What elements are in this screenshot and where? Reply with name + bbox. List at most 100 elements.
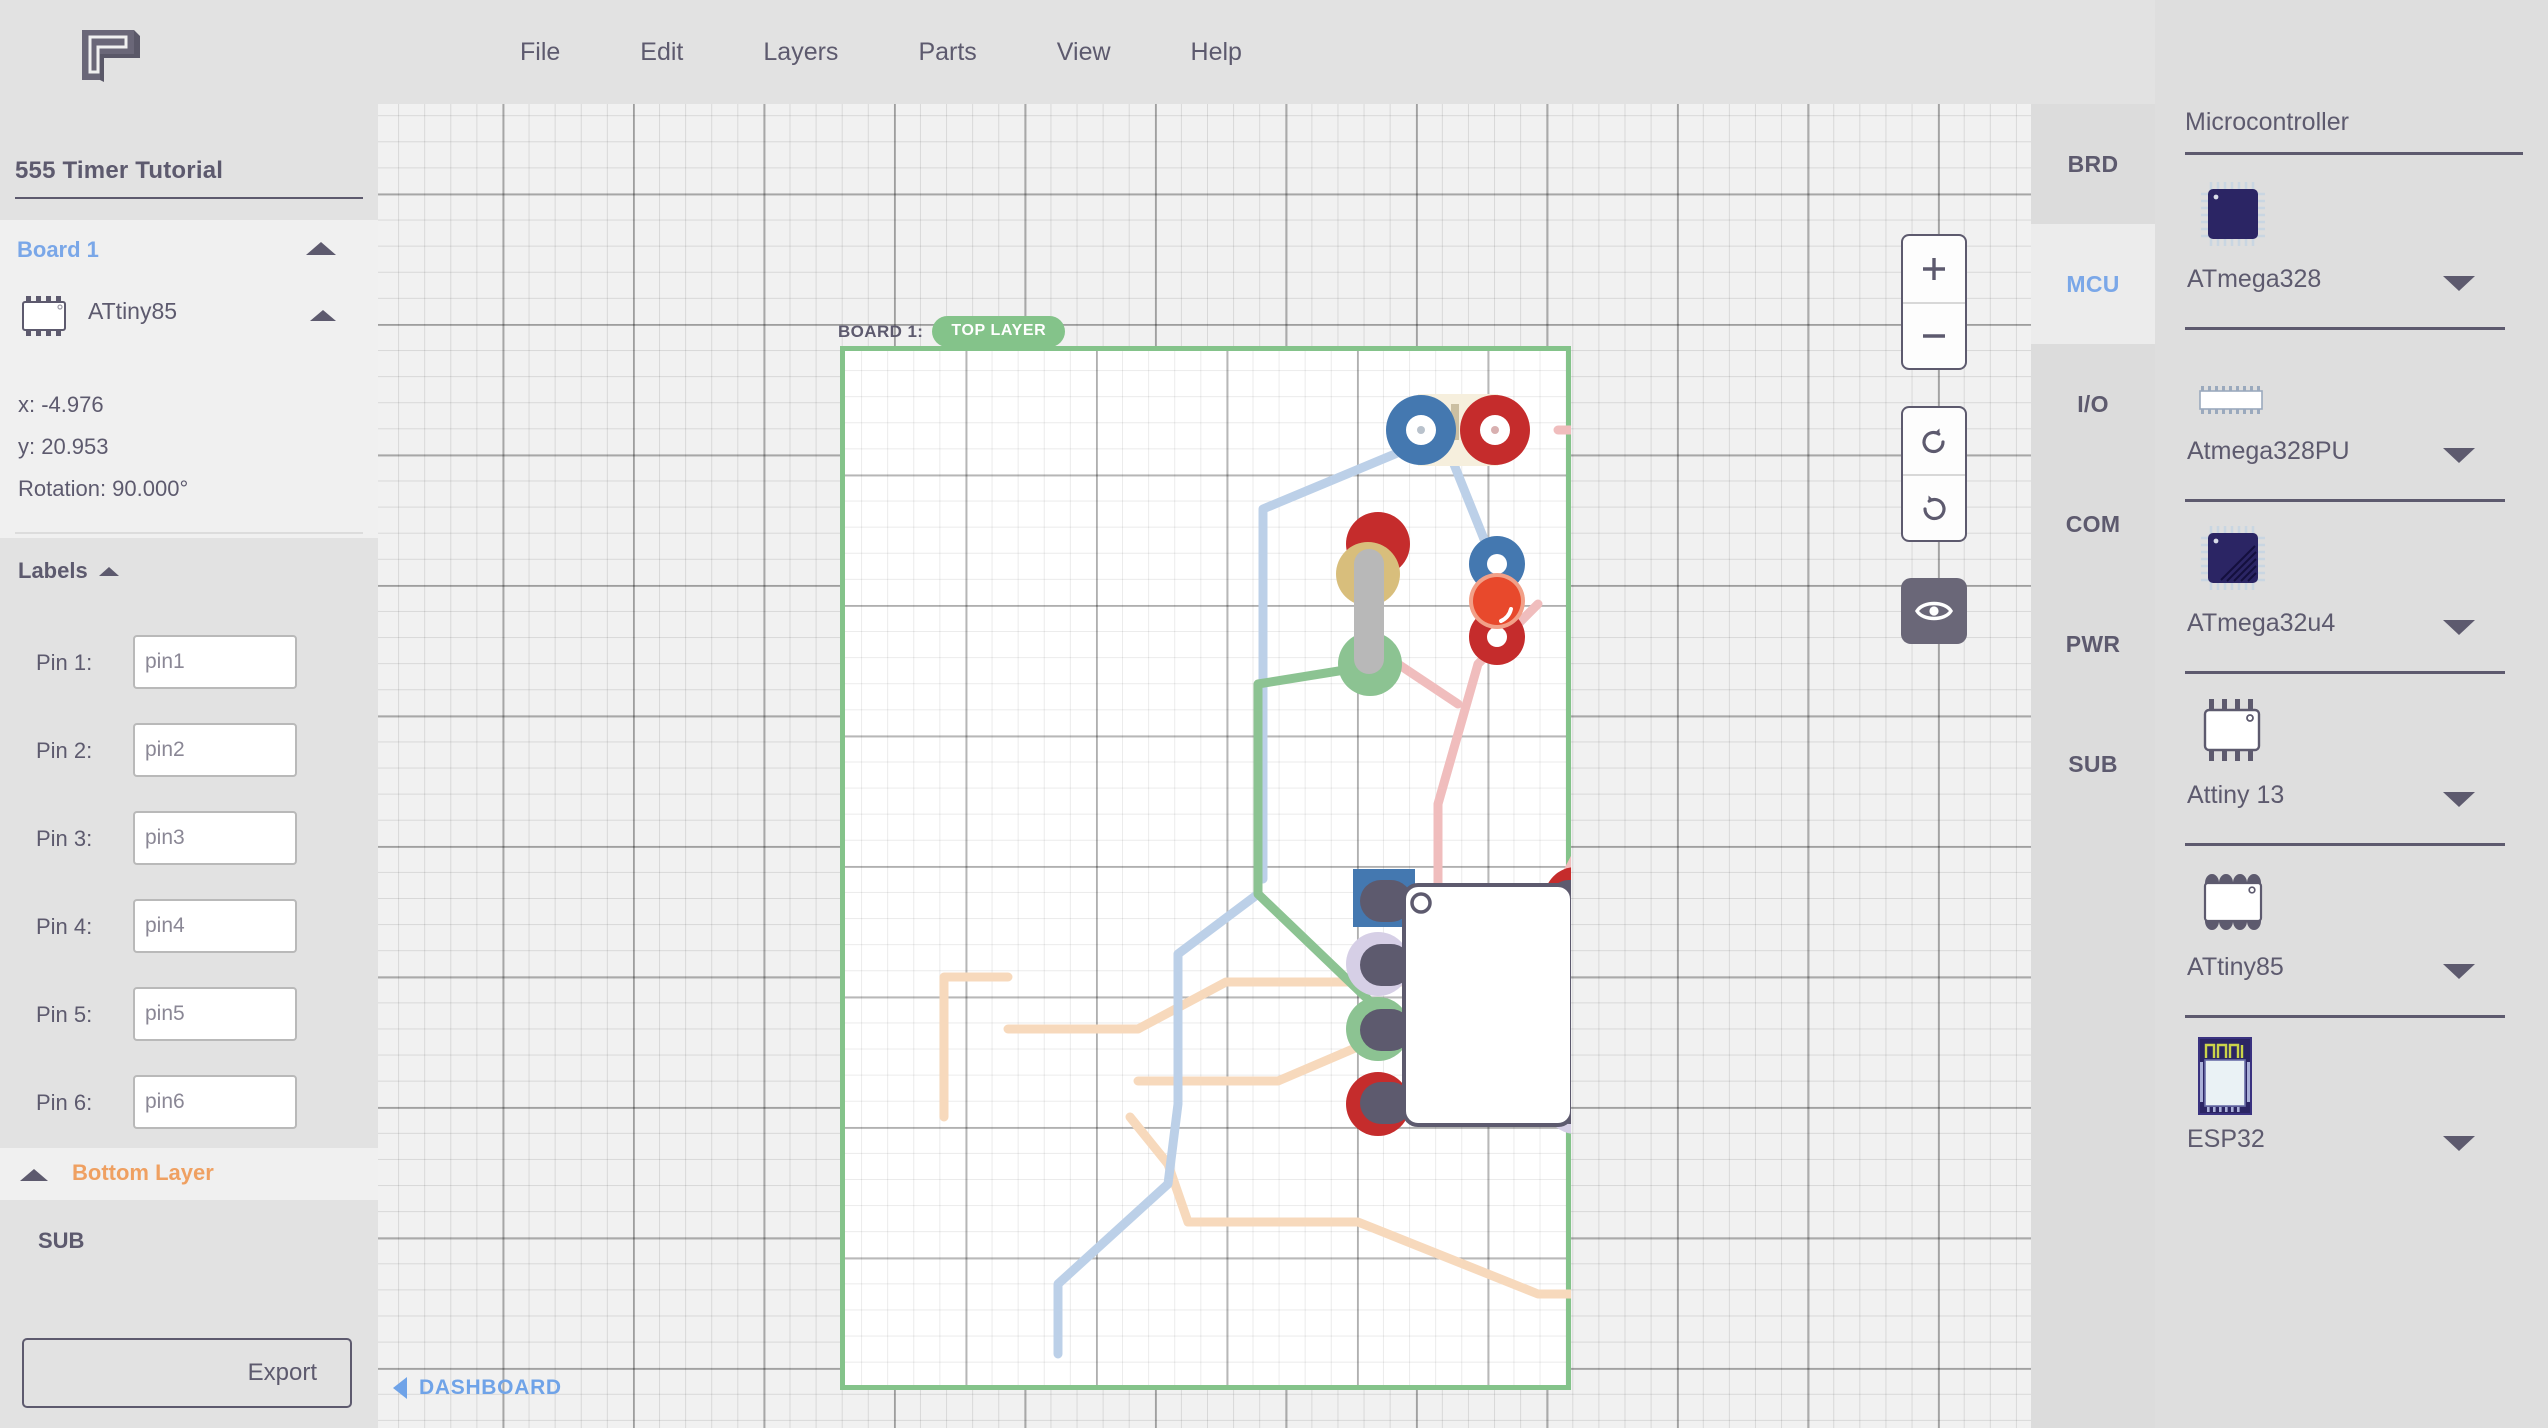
pin3-input[interactable] [133, 811, 297, 865]
category-rail: BRD MCU I/O COM PWR SUB [2031, 104, 2155, 1428]
board-tag-label: BOARD 1: [838, 322, 923, 342]
part-label: ATmega32u4 [2187, 609, 2335, 638]
pin-label: Pin 5: [36, 1002, 92, 1028]
part-label: ATtiny85 [2187, 953, 2284, 982]
pin-row: Pin 2: [0, 718, 378, 806]
pin6-input[interactable] [133, 1075, 297, 1129]
pin4-input[interactable] [133, 899, 297, 953]
chevron-up-icon[interactable] [310, 310, 336, 321]
zoom-control-group [1901, 234, 1967, 370]
part-card-atmega32u4[interactable]: ATmega32u4 [2155, 514, 2548, 682]
rotate-control-group [1901, 406, 1967, 542]
menu-edit[interactable]: Edit [630, 32, 693, 73]
menu-view[interactable]: View [1047, 32, 1121, 73]
part-card-esp32[interactable]: ESP32 [2155, 1030, 2548, 1198]
chevron-down-icon[interactable] [2443, 964, 2475, 979]
menu-help[interactable]: Help [1181, 32, 1252, 73]
bottom-layer-label: Bottom Layer [72, 1160, 214, 1186]
part-divider [2185, 843, 2505, 846]
part-label: Atmega328PU [2187, 437, 2350, 466]
part-card-attiny85[interactable]: ATtiny85 [2155, 858, 2548, 1026]
pin1-input[interactable] [133, 635, 297, 689]
rotate-clockwise-icon [1918, 492, 1950, 524]
rotate-cw-button[interactable] [1903, 474, 1965, 540]
pin-row: Pin 3: [0, 806, 378, 894]
menu-parts[interactable]: Parts [908, 32, 986, 73]
category-tab-io[interactable]: I/O [2031, 344, 2155, 464]
part-label: ATmega328 [2187, 265, 2321, 294]
menu-layers[interactable]: Layers [753, 32, 848, 73]
pin-row: Pin 6: [0, 1070, 378, 1158]
pin-label: Pin 3: [36, 826, 92, 852]
board1-label: Board 1 [17, 237, 99, 263]
left-sidebar: 555 Timer Tutorial Board 1 ATtiny85 x: -… [0, 0, 378, 1428]
dip-chip-icon [18, 296, 72, 336]
pin-label: Pin 2: [36, 738, 92, 764]
pin-label: Pin 1: [36, 650, 92, 676]
labels-section-header[interactable]: Labels [18, 558, 119, 584]
dip-outline-icon [2197, 364, 2269, 436]
pin5-input[interactable] [133, 987, 297, 1041]
title-divider [15, 197, 363, 199]
part-divider [2185, 327, 2505, 330]
pin-row: Pin 5: [0, 982, 378, 1070]
part-card-atmega328[interactable]: ATmega328 [2155, 170, 2548, 338]
dip8-chip-icon [2197, 866, 2269, 938]
category-tab-pwr[interactable]: PWR [2031, 584, 2155, 704]
pin-label: Pin 6: [36, 1090, 92, 1116]
part-card-attiny13[interactable]: Attiny 13 [2155, 686, 2548, 854]
board-layer-tag: BOARD 1: TOP LAYER [838, 316, 1065, 347]
eye-icon [1915, 598, 1953, 624]
zoom-in-button[interactable] [1903, 236, 1965, 302]
sidebar-section-board1[interactable]: Board 1 [0, 220, 378, 280]
pin-label-list: Pin 1: Pin 2: Pin 3: Pin 4: Pin 5: Pin 6… [0, 630, 378, 1158]
pcb-layout [378, 104, 2031, 1428]
esp32-module-icon [2197, 1036, 2253, 1116]
chevron-down-icon[interactable] [2443, 448, 2475, 463]
chevron-down-icon[interactable] [2443, 792, 2475, 807]
chevron-down-icon[interactable] [2443, 276, 2475, 291]
qfp-chip-hatch-icon [2197, 522, 2269, 594]
plus-icon [1919, 254, 1949, 284]
part-label: ESP32 [2187, 1125, 2265, 1154]
part-label: Attiny 13 [2187, 781, 2284, 810]
dashboard-link[interactable]: DASHBOARD [393, 1376, 562, 1400]
pcb-canvas[interactable]: BOARD 1: TOP LAYER [378, 104, 2031, 1428]
category-tab-sub[interactable]: SUB [2031, 704, 2155, 824]
pin-label: Pin 4: [36, 914, 92, 940]
top-layer-badge: TOP LAYER [932, 316, 1065, 347]
chevron-left-icon [393, 1377, 407, 1399]
selected-part-name: ATtiny85 [88, 298, 177, 325]
part-divider [2185, 1015, 2505, 1018]
zoom-out-button[interactable] [1903, 302, 1965, 368]
chevron-up-icon[interactable] [99, 567, 119, 576]
rotate-counterclockwise-icon [1918, 425, 1950, 457]
bottom-layer-sub-label: SUB [38, 1228, 84, 1254]
parts-title-divider [2185, 152, 2523, 155]
qfp-chip-icon [2197, 178, 2269, 250]
rotate-ccw-button[interactable] [1903, 408, 1965, 474]
part-divider [2185, 499, 2505, 502]
coordinate-x: x: -4.976 [18, 384, 378, 426]
soic-chip-icon [2197, 694, 2269, 766]
chevron-down-icon[interactable] [2443, 620, 2475, 635]
labels-title: Labels [18, 558, 88, 584]
category-tab-com[interactable]: COM [2031, 464, 2155, 584]
category-tab-mcu[interactable]: MCU [2031, 224, 2155, 344]
transform-readout: x: -4.976 y: 20.953 Rotation: 90.000° [0, 350, 378, 538]
chevron-down-icon[interactable] [2443, 1136, 2475, 1151]
section-divider [15, 532, 363, 534]
category-tab-brd[interactable]: BRD [2031, 104, 2155, 224]
part-card-atmega328pu[interactable]: Atmega328PU [2155, 342, 2548, 510]
pin2-input[interactable] [133, 723, 297, 777]
flux-p-logo-icon[interactable] [78, 24, 142, 86]
sidebar-item-attiny85[interactable]: ATtiny85 [0, 280, 378, 350]
menu-file[interactable]: File [510, 32, 570, 73]
chevron-up-icon[interactable] [306, 242, 336, 255]
part-divider [2185, 671, 2505, 674]
page-title: 555 Timer Tutorial [15, 157, 363, 185]
visibility-toggle-button[interactable] [1901, 578, 1967, 644]
export-button[interactable]: Export [22, 1338, 352, 1408]
sidebar-section-bottom-layer[interactable]: Bottom Layer [0, 1148, 378, 1200]
chevron-up-icon[interactable] [20, 1169, 48, 1181]
